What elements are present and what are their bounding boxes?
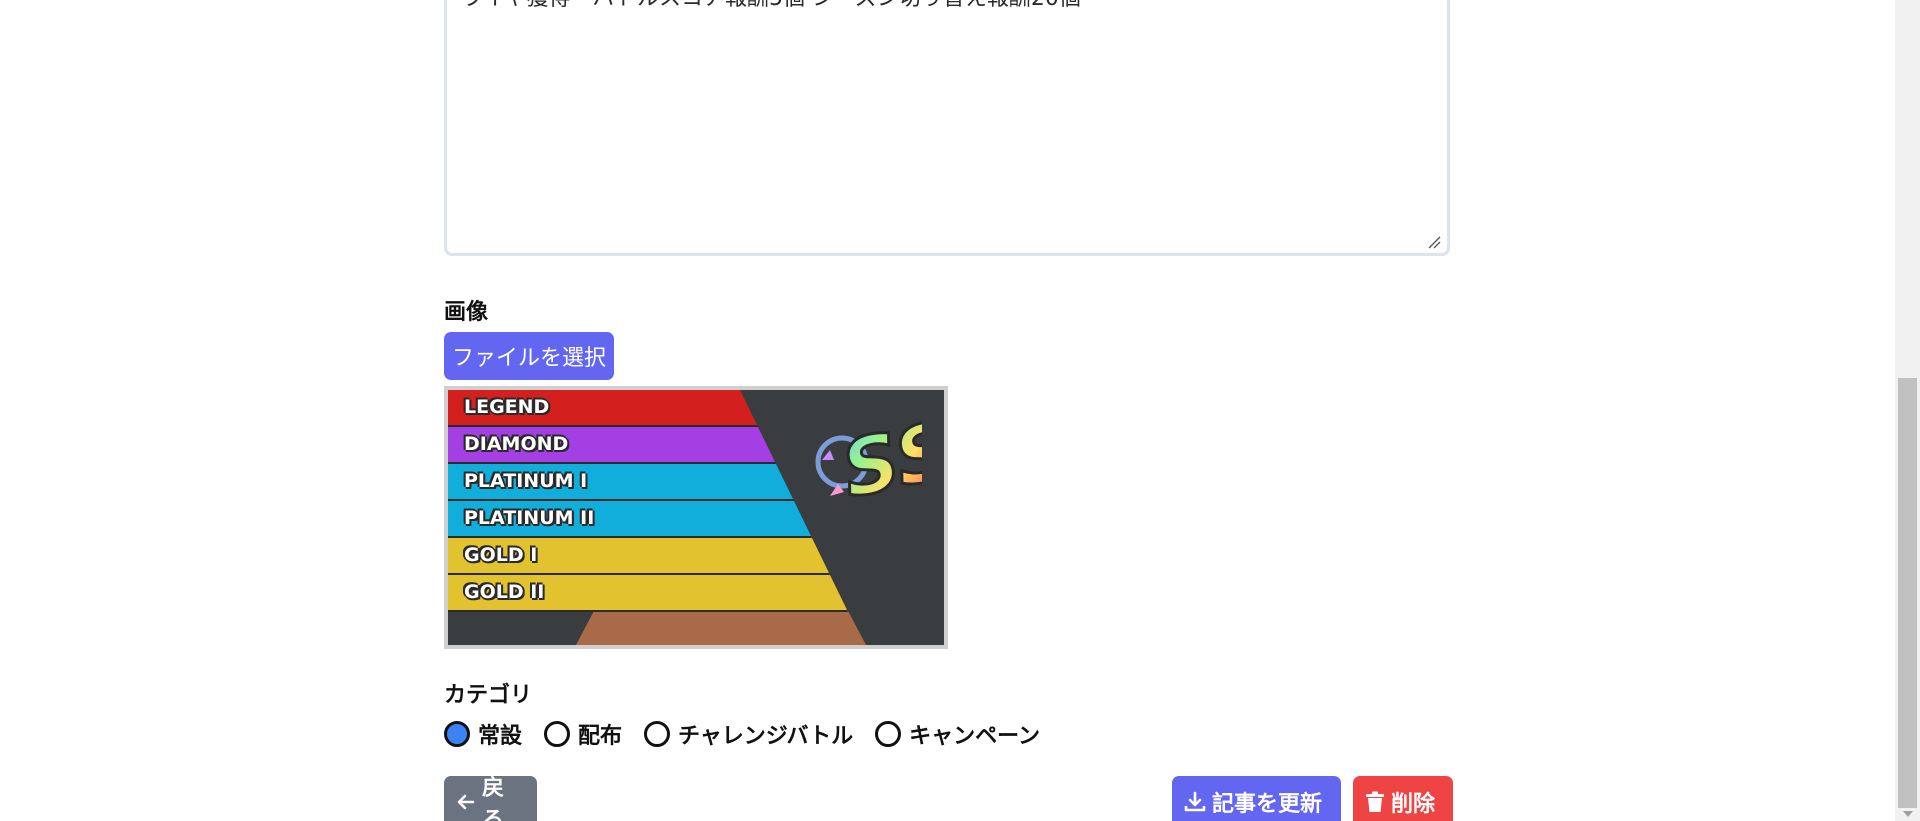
category-radio-3[interactable]: キャンペーン (875, 718, 1040, 750)
trash-icon (1366, 791, 1384, 812)
rank-tier-label: GOLD II (464, 581, 545, 603)
rank-tier-row: PLATINUM II (448, 501, 812, 538)
category-radio-1[interactable]: 配布 (544, 718, 622, 750)
rank-tier-row: GOLD II (448, 575, 848, 612)
rank-tier-label: PLATINUM I (464, 470, 588, 492)
radio-button[interactable] (644, 721, 671, 747)
arrow-left-icon (457, 794, 475, 810)
ss-rank-emblem-icon: SS (815, 404, 922, 518)
back-button-label: 戻る (482, 776, 505, 821)
emblem-text: SS (835, 405, 922, 516)
radio-button[interactable] (544, 721, 571, 747)
download-icon (1184, 791, 1206, 812)
category-radio-0[interactable]: 常設 (444, 718, 522, 750)
image-preview: GOLD II GOLD I PLATINUM II PLATINUM I DIAMON… (444, 386, 948, 649)
radio-label: チャレンジバトル (678, 724, 854, 749)
vertical-scrollbar[interactable] (1895, 0, 1920, 821)
rank-tier-row: GOLD I (448, 538, 830, 575)
resize-grip-icon[interactable] (1427, 235, 1441, 249)
radio-button[interactable] (444, 721, 470, 747)
rank-tier-label: LEGEND (464, 396, 550, 418)
rank-banner-image: GOLD II GOLD I PLATINUM II PLATINUM I DIAMON… (448, 390, 944, 645)
description-text: ライヤ獲得・バトルスコア報酬5個 シーズン切り替え報酬20個 (461, 0, 1081, 10)
rank-tier-row: DIAMOND (448, 427, 776, 464)
radio-button[interactable] (875, 721, 902, 747)
radio-label: 配布 (578, 724, 623, 749)
rank-tier-label: DIAMOND (464, 433, 569, 455)
rank-tier-base (576, 612, 866, 645)
radio-label: キャンペーン (909, 724, 1041, 749)
back-button[interactable]: 戻る (444, 776, 537, 821)
category-section-label: カテゴリ (444, 683, 533, 708)
delete-button-label: 削除 (1391, 792, 1436, 817)
rank-tier-label: GOLD I (464, 544, 538, 566)
image-section-label: 画像 (444, 300, 489, 325)
category-radio-2[interactable]: チャレンジバトル (644, 718, 853, 750)
category-radio-group: 常設 配布 チャレンジバトル キャンペーン (444, 718, 1062, 750)
radio-label: 常設 (478, 724, 523, 749)
rank-tier-label: PLATINUM II (464, 507, 595, 529)
edit-article-page: ライヤ獲得・バトルスコア報酬5個 シーズン切り替え報酬20個 画像 ファイルを選… (0, 0, 1920, 821)
update-article-button-label: 記事を更新 (1212, 792, 1323, 817)
scroll-down-arrow-icon[interactable] (1903, 811, 1913, 817)
update-article-button[interactable]: 記事を更新 (1172, 776, 1341, 821)
choose-file-button[interactable]: ファイルを選択 (444, 332, 614, 380)
description-textarea[interactable]: ライヤ獲得・バトルスコア報酬5個 シーズン切り替え報酬20個 (444, 0, 1450, 256)
rank-tier-row: LEGEND (448, 390, 758, 427)
delete-button[interactable]: 削除 (1353, 776, 1453, 821)
rank-tier-row: PLATINUM I (448, 464, 794, 501)
scrollbar-thumb[interactable] (1898, 378, 1917, 808)
